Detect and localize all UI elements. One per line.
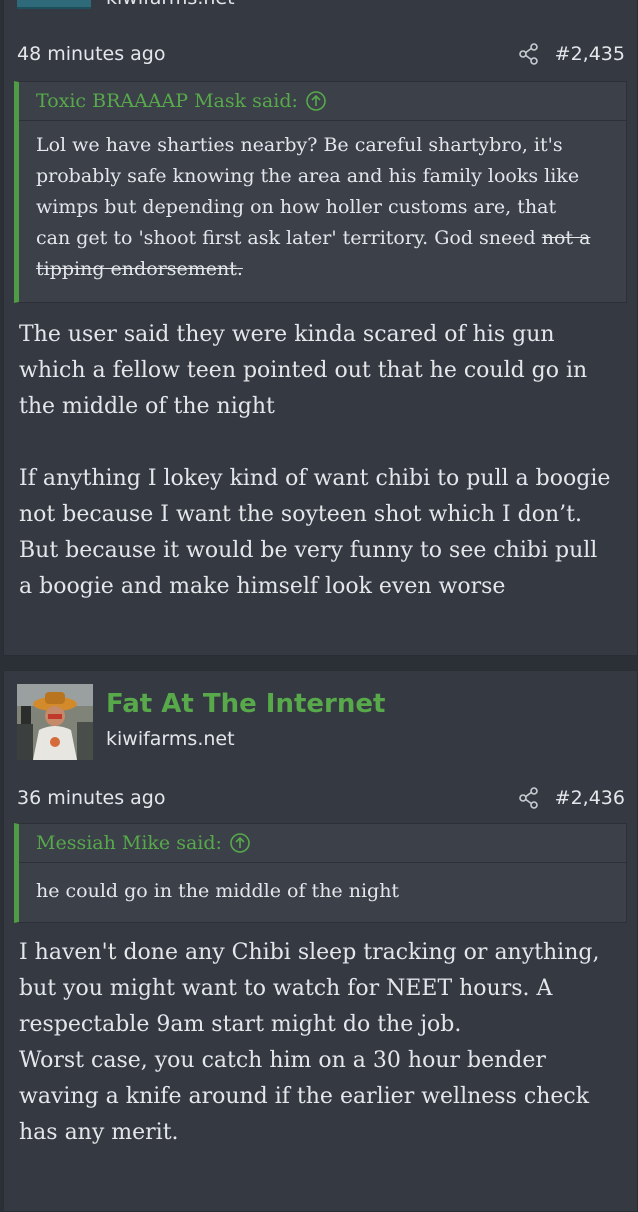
quote-text: Lol we have sharties nearby? Be careful … <box>36 130 614 285</box>
quote-line: Lol we have sharties nearby? Be careful … <box>36 134 563 156</box>
quote-line: can get to 'shoot first ask later' terri… <box>36 223 614 254</box>
quote-header[interactable]: Messiah Mike said: <box>19 824 626 863</box>
body-paragraph: The user said they were kinda scared of … <box>19 317 625 425</box>
body-line: but you might want to watch for NEET hou… <box>19 976 553 1001</box>
body-line: has any merit. <box>19 1120 179 1145</box>
share-icon[interactable] <box>517 42 541 66</box>
post-time[interactable]: 48 minutes ago <box>17 43 166 65</box>
quote-author[interactable]: Messiah Mike said: <box>36 832 222 854</box>
share-icon[interactable] <box>517 786 541 810</box>
body-line: a boogie and make himself look even wors… <box>19 574 506 599</box>
body-line: waving a knife around if the earlier wel… <box>19 1084 590 1109</box>
author-name[interactable]: Fat At The Internet <box>106 689 385 719</box>
quote-line: he could go in the middle of the night <box>36 880 400 902</box>
body-paragraph: If anything I lokey kind of want chibi t… <box>19 461 625 605</box>
post-body: I haven't done any Chibi sleep tracking … <box>19 935 625 1151</box>
avatar[interactable] <box>17 684 93 760</box>
post-number[interactable]: #2,435 <box>555 43 625 65</box>
quote-block: Toxic BRAAAAP Mask said: Lol we have sha… <box>14 81 627 303</box>
post-time[interactable]: 36 minutes ago <box>17 787 166 809</box>
site-label: kiwifarms.net <box>106 0 235 9</box>
quote-line: wimps but depending on how holler custom… <box>36 196 557 218</box>
quote-line-text: can get to 'shoot first ask later' terri… <box>36 227 542 249</box>
body-line: not because I want the soyteen shot whic… <box>19 502 582 527</box>
post-number[interactable]: #2,436 <box>555 787 625 809</box>
body-line: which a fellow teen pointed out that he … <box>19 358 588 383</box>
body-line: The user said they were kinda scared of … <box>19 322 555 347</box>
post-2436: Fat At The Internet kiwifarms.net 36 min… <box>3 670 638 1212</box>
quote-block: Messiah Mike said: he could go in the mi… <box>14 823 627 923</box>
quote-header[interactable]: Toxic BRAAAAP Mask said: <box>19 82 626 121</box>
site-label: kiwifarms.net <box>106 728 235 750</box>
strikethrough-text: not a <box>541 227 591 249</box>
quote-text: he could go in the middle of the night <box>36 876 614 907</box>
strikethrough-text: tipping endorsement. <box>36 258 243 280</box>
post-body: The user said they were kinda scared of … <box>19 317 625 605</box>
body-line: respectable 9am start might do the job. <box>19 1012 462 1037</box>
body-line: But because it would be very funny to se… <box>19 538 598 563</box>
jump-to-quote-icon[interactable] <box>229 832 251 854</box>
body-line: the middle of the night <box>19 394 275 419</box>
post-header-cut: kiwifarms.net <box>4 0 637 9</box>
post-meta: 36 minutes ago #2,436 <box>4 781 637 815</box>
body-line: If anything I lokey kind of want chibi t… <box>19 466 611 491</box>
quote-author[interactable]: Toxic BRAAAAP Mask said: <box>36 90 298 112</box>
post-2435: kiwifarms.net 48 minutes ago #2,435 Toxi… <box>3 0 638 656</box>
jump-to-quote-icon[interactable] <box>305 90 327 112</box>
quote-line: probably safe knowing the area and his f… <box>36 165 580 187</box>
body-line: I haven't done any Chibi sleep tracking … <box>19 940 600 965</box>
post-meta: 48 minutes ago #2,435 <box>4 37 637 71</box>
body-line: Worst case, you catch him on a 30 hour b… <box>19 1048 546 1073</box>
avatar[interactable] <box>17 0 91 9</box>
